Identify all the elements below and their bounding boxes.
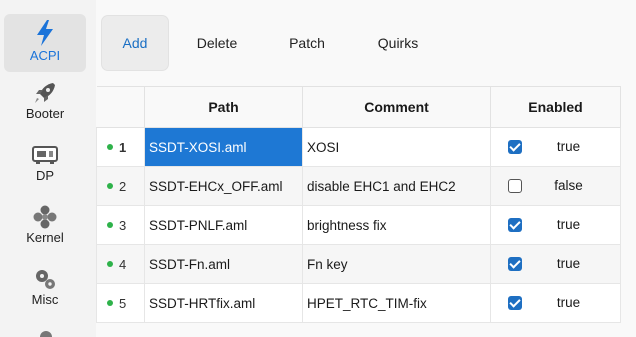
path-cell[interactable]: SSDT-EHCx_OFF.aml <box>144 166 303 206</box>
row-index: 5 <box>96 283 145 323</box>
enabled-value: true <box>556 217 581 233</box>
status-dot <box>107 183 113 190</box>
more-icon <box>36 330 56 337</box>
main-panel: Add Delete Patch Quirks Path Comment Ena… <box>96 0 636 337</box>
sidebar-item-dp[interactable]: DP <box>4 142 86 194</box>
sidebar: ACPI Booter DP Kernel Misc <box>0 0 92 337</box>
path-cell[interactable]: SSDT-PNLF.aml <box>144 205 303 245</box>
path-cell[interactable]: SSDT-Fn.aml <box>144 244 303 284</box>
enabled-checkbox[interactable] <box>507 139 522 154</box>
enabled-checkbox[interactable] <box>507 295 522 310</box>
enabled-value: true <box>556 139 581 155</box>
enabled-cell[interactable]: true <box>490 283 621 323</box>
sidebar-item-label: Misc <box>31 292 59 307</box>
table-row[interactable]: 3 SSDT-PNLF.aml brightness fix true <box>96 205 621 245</box>
comment-cell[interactable]: disable EHC1 and EHC2 <box>302 166 491 206</box>
tab-patch[interactable]: Patch <box>272 16 342 70</box>
comment-cell[interactable]: XOSI <box>302 127 491 167</box>
gears-icon <box>33 266 57 292</box>
tab-delete[interactable]: Delete <box>182 16 252 70</box>
enabled-value: false <box>554 178 583 194</box>
sidebar-item-misc[interactable]: Misc <box>4 266 86 326</box>
enabled-cell[interactable]: true <box>490 244 621 284</box>
enabled-checkbox[interactable] <box>507 217 522 232</box>
row-index: 1 <box>96 127 145 167</box>
status-dot <box>107 144 113 151</box>
enabled-cell[interactable]: true <box>490 127 621 167</box>
column-header-enabled[interactable]: Enabled <box>490 86 621 128</box>
enabled-cell[interactable]: false <box>490 166 621 206</box>
column-header-path[interactable]: Path <box>144 86 303 128</box>
toolbar: Add Delete Patch Quirks <box>96 14 636 72</box>
table-row[interactable]: 4 SSDT-Fn.aml Fn key true <box>96 244 621 284</box>
row-index: 3 <box>96 205 145 245</box>
enabled-checkbox[interactable] <box>507 178 522 193</box>
column-header-comment[interactable]: Comment <box>302 86 491 128</box>
comment-cell[interactable]: HPET_RTC_TIM-fix <box>302 283 491 323</box>
status-dot <box>107 300 113 307</box>
comment-cell[interactable]: Fn key <box>302 244 491 284</box>
enabled-value: true <box>556 256 581 272</box>
row-index: 2 <box>96 166 145 206</box>
row-index: 4 <box>96 244 145 284</box>
device-icon <box>32 142 58 168</box>
path-cell[interactable]: SSDT-HRTfix.aml <box>144 283 303 323</box>
table-row[interactable]: 1 SSDT-XOSI.aml XOSI true <box>96 127 621 167</box>
tab-add[interactable]: Add <box>102 16 168 70</box>
path-cell[interactable]: SSDT-XOSI.aml <box>144 127 303 167</box>
lightning-icon <box>35 20 55 46</box>
tab-quirks[interactable]: Quirks <box>360 16 436 70</box>
status-dot <box>107 261 113 268</box>
acpi-add-table: Path Comment Enabled 1 SSDT-XOSI.aml XOS… <box>96 86 636 337</box>
column-header-index <box>96 86 145 128</box>
enabled-checkbox[interactable] <box>507 256 522 271</box>
sidebar-item-acpi[interactable]: ACPI <box>4 14 86 72</box>
table-row[interactable]: 5 SSDT-HRTfix.aml HPET_RTC_TIM-fix true <box>96 283 621 323</box>
sidebar-item-booter[interactable]: Booter <box>4 80 86 132</box>
sidebar-item-label: ACPI <box>29 48 61 63</box>
comment-cell[interactable]: brightness fix <box>302 205 491 245</box>
sidebar-item-kernel[interactable]: Kernel <box>4 204 86 256</box>
sidebar-item-label: Booter <box>25 106 65 121</box>
rocket-icon <box>33 80 57 106</box>
sidebar-item-label: Kernel <box>26 230 64 245</box>
sidebar-item-label: DP <box>35 168 55 183</box>
table-row[interactable]: 2 SSDT-EHCx_OFF.aml disable EHC1 and EHC… <box>96 166 621 206</box>
puzzle-icon <box>33 204 57 230</box>
enabled-value: true <box>556 295 581 311</box>
enabled-cell[interactable]: true <box>490 205 621 245</box>
status-dot <box>107 222 113 229</box>
